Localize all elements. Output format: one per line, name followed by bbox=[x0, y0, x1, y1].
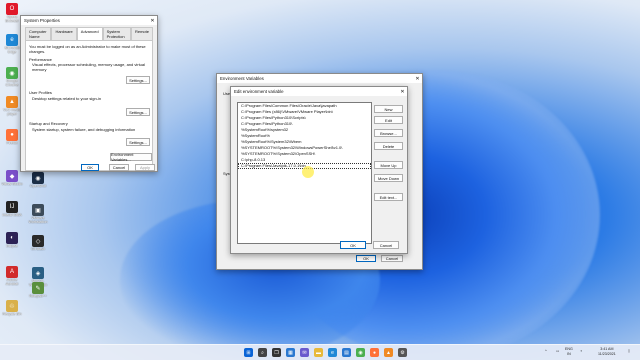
desktop-icon[interactable]: IJ IntelliJ IDEA bbox=[1, 201, 23, 217]
desktop-icon[interactable]: ◉ OpenShot bbox=[27, 172, 49, 188]
desktop-icon-label: Notepad++ bbox=[29, 294, 47, 298]
admin-note: You must be logged on as an Administrato… bbox=[29, 44, 146, 54]
sysprops-cancel-button[interactable]: Cancel bbox=[109, 164, 129, 171]
close-icon[interactable]: ✕ bbox=[398, 87, 407, 96]
app-icon: ◇ bbox=[32, 235, 44, 247]
performance-text: Visual effects, processor scheduling, me… bbox=[32, 62, 146, 72]
desktop-icon-label: OpenShot bbox=[29, 184, 47, 188]
browse-button[interactable]: Browse... bbox=[374, 129, 403, 137]
sysprops-title: System Properties bbox=[24, 18, 60, 23]
edge-icon[interactable]: e bbox=[328, 348, 337, 357]
desktop-icon[interactable]: ◆ Visual Studio bbox=[1, 170, 23, 186]
chrome-icon[interactable]: ◉ bbox=[356, 348, 365, 357]
system-properties-window: System Properties ✕ Computer Name Hardwa… bbox=[20, 15, 158, 172]
app-icon: ✎ bbox=[32, 282, 44, 294]
desktop-icon-label: Visual Studio bbox=[1, 182, 23, 186]
editenv-ok-button[interactable]: OK bbox=[340, 241, 366, 249]
app-icon: e bbox=[6, 34, 18, 46]
chat-icon[interactable]: ✉ bbox=[300, 348, 309, 357]
desktop-icon[interactable]: A Adobe Acrobat bbox=[1, 266, 23, 286]
volume-icon[interactable]: ◖ bbox=[580, 349, 582, 354]
sysprops-ok-button[interactable]: OK bbox=[81, 164, 99, 171]
widgets-icon[interactable]: ▦ bbox=[286, 348, 295, 357]
sysprops-panel: You must be logged on as an Administrato… bbox=[25, 40, 153, 171]
move-down-button[interactable]: Move Down bbox=[374, 174, 403, 182]
startup-recovery-text: System startup, system failure, and debu… bbox=[32, 127, 136, 132]
language-bottom: IN bbox=[567, 351, 571, 356]
envvars-title: Environment Variables bbox=[220, 76, 264, 81]
sysprops-titlebar[interactable]: System Properties ✕ bbox=[21, 16, 157, 25]
clock[interactable]: 3:41 AM 11/23/2021 bbox=[598, 347, 616, 356]
desktop-icon-label: Adobe Acrobat bbox=[5, 278, 19, 286]
tab-computer-name[interactable]: Computer Name bbox=[25, 27, 52, 40]
notification-icon[interactable]: ▯ bbox=[628, 349, 630, 354]
desktop-icon[interactable]: ✎ Notepad++ bbox=[27, 282, 49, 298]
tab-system-protection[interactable]: System Protection bbox=[102, 27, 131, 40]
app-icon: ▲ bbox=[6, 96, 18, 108]
close-icon[interactable]: ✕ bbox=[148, 16, 157, 25]
startup-recovery-title: Startup and Recovery bbox=[29, 121, 68, 126]
app-icon: ▣ bbox=[32, 204, 44, 216]
desktop-icon-label: Recycle Bin bbox=[2, 312, 22, 316]
tab-advanced[interactable]: Advanced bbox=[76, 27, 103, 40]
desktop-icon[interactable]: ◇ Git Bash bbox=[27, 235, 49, 251]
envvars-cancel-button[interactable]: Cancel bbox=[381, 255, 403, 262]
startup-settings-button[interactable]: Settings... bbox=[126, 138, 150, 146]
delete-button[interactable]: Delete bbox=[374, 142, 403, 150]
language-indicator[interactable]: ENG IN bbox=[565, 347, 573, 356]
tab-hardware[interactable]: Hardware bbox=[51, 27, 77, 40]
desktop-icon-label: IntelliJ IDEA bbox=[2, 213, 22, 217]
user-profiles-title: User Profiles bbox=[29, 90, 52, 95]
settings-icon[interactable]: ⚙ bbox=[398, 348, 407, 357]
explorer-icon[interactable]: ▬ bbox=[314, 348, 323, 357]
new-button[interactable]: New bbox=[374, 105, 403, 113]
clock-time: 3:41 AM bbox=[600, 347, 614, 351]
cursor-highlight bbox=[302, 166, 314, 178]
app-icon: IJ bbox=[6, 201, 18, 213]
app-icon: ◐ bbox=[6, 232, 18, 244]
vlc-icon[interactable]: ▲ bbox=[384, 348, 393, 357]
envvars-titlebar[interactable]: Environment Variables ✕ bbox=[217, 74, 422, 83]
performance-settings-button[interactable]: Settings... bbox=[126, 76, 150, 84]
desktop-icon-label: VMware Workstation bbox=[28, 216, 48, 224]
desktop-icon[interactable]: ▣ VMware Workstation bbox=[27, 204, 49, 224]
app-icon: ♲ bbox=[6, 300, 18, 312]
tab-remote[interactable]: Remote bbox=[130, 27, 153, 40]
user-profiles-settings-button[interactable]: Settings... bbox=[126, 108, 150, 116]
app-icon: A bbox=[6, 266, 18, 278]
firefox-icon[interactable]: ● bbox=[370, 348, 379, 357]
app-icon: ◉ bbox=[32, 172, 44, 184]
start-icon[interactable]: ⊞ bbox=[244, 348, 253, 357]
taskview-icon[interactable]: ❐ bbox=[272, 348, 281, 357]
edit-environment-variable-dialog: Edit environment variable ✕ C:\Program F… bbox=[230, 86, 408, 254]
close-icon[interactable]: ✕ bbox=[413, 74, 422, 83]
desktop-icon-label: Git Bash bbox=[31, 247, 45, 251]
user-profiles-text: Desktop settings related to your sign-in bbox=[32, 96, 102, 101]
network-icon[interactable]: ▭ bbox=[556, 349, 559, 354]
desktop-icon-label: Eclipse bbox=[6, 244, 18, 248]
app-icon: O bbox=[6, 3, 18, 15]
sysprops-tabs: Computer Name Hardware Advanced System P… bbox=[21, 25, 157, 40]
app-icon: ◆ bbox=[6, 170, 18, 182]
sysprops-apply-button[interactable]: Apply bbox=[135, 164, 155, 171]
desktop-icon[interactable]: ♲ Recycle Bin bbox=[1, 300, 23, 316]
desktop-icon[interactable]: ◐ Eclipse bbox=[1, 232, 23, 248]
editenv-titlebar[interactable]: Edit environment variable ✕ bbox=[231, 87, 407, 96]
edit-button[interactable]: Edit bbox=[374, 116, 403, 124]
search-icon[interactable]: ⌕ bbox=[258, 348, 267, 357]
move-up-button[interactable]: Move Up bbox=[374, 161, 403, 169]
editenv-title: Edit environment variable bbox=[234, 89, 284, 94]
app-icon: ◉ bbox=[6, 67, 18, 79]
tray-chevron-icon[interactable]: ^ bbox=[545, 349, 547, 354]
app-icon: ● bbox=[6, 129, 18, 141]
clock-date: 11/23/2021 bbox=[598, 351, 616, 356]
store-icon[interactable]: ▤ bbox=[342, 348, 351, 357]
app-icon: ◈ bbox=[32, 267, 44, 279]
language-top: ENG bbox=[565, 347, 573, 351]
editenv-cancel-button[interactable]: Cancel bbox=[373, 241, 399, 249]
environment-variables-button[interactable]: Environment Variables... bbox=[110, 152, 152, 162]
taskbar: ⊞ ⌕ ❐ ▦ ✉ ▬ e ▤ ◉ ● ▲ ⚙ ^ ▭ ENG IN ◖ 3:41 AM 11/23/… bbox=[0, 344, 640, 360]
edit-text-button[interactable]: Edit text... bbox=[374, 193, 403, 201]
envvars-ok-button[interactable]: OK bbox=[356, 255, 376, 262]
